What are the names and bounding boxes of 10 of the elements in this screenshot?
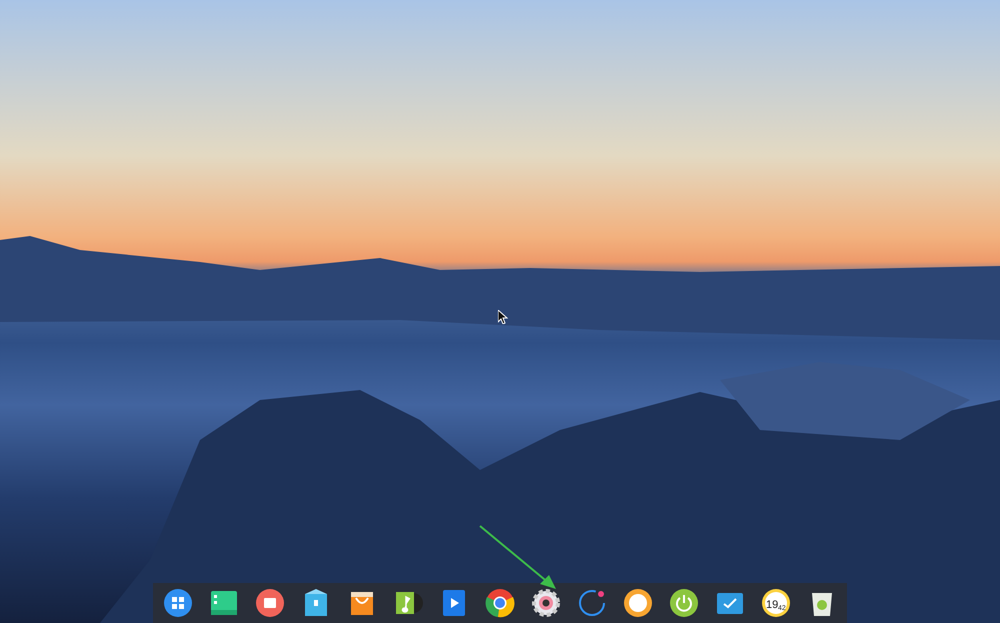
settings-icon[interactable] [531, 588, 561, 618]
ring-gauge-icon[interactable] [577, 588, 607, 618]
clock-hour: 19 [766, 599, 778, 611]
mouse-cursor-icon [498, 310, 508, 324]
power-icon[interactable] [669, 588, 699, 618]
file-window-icon[interactable] [209, 588, 239, 618]
ring-circle-icon[interactable] [623, 588, 653, 618]
launcher-grid-icon[interactable] [163, 588, 193, 618]
round-card-icon[interactable] [255, 588, 285, 618]
browser-ball-icon[interactable] [485, 588, 515, 618]
